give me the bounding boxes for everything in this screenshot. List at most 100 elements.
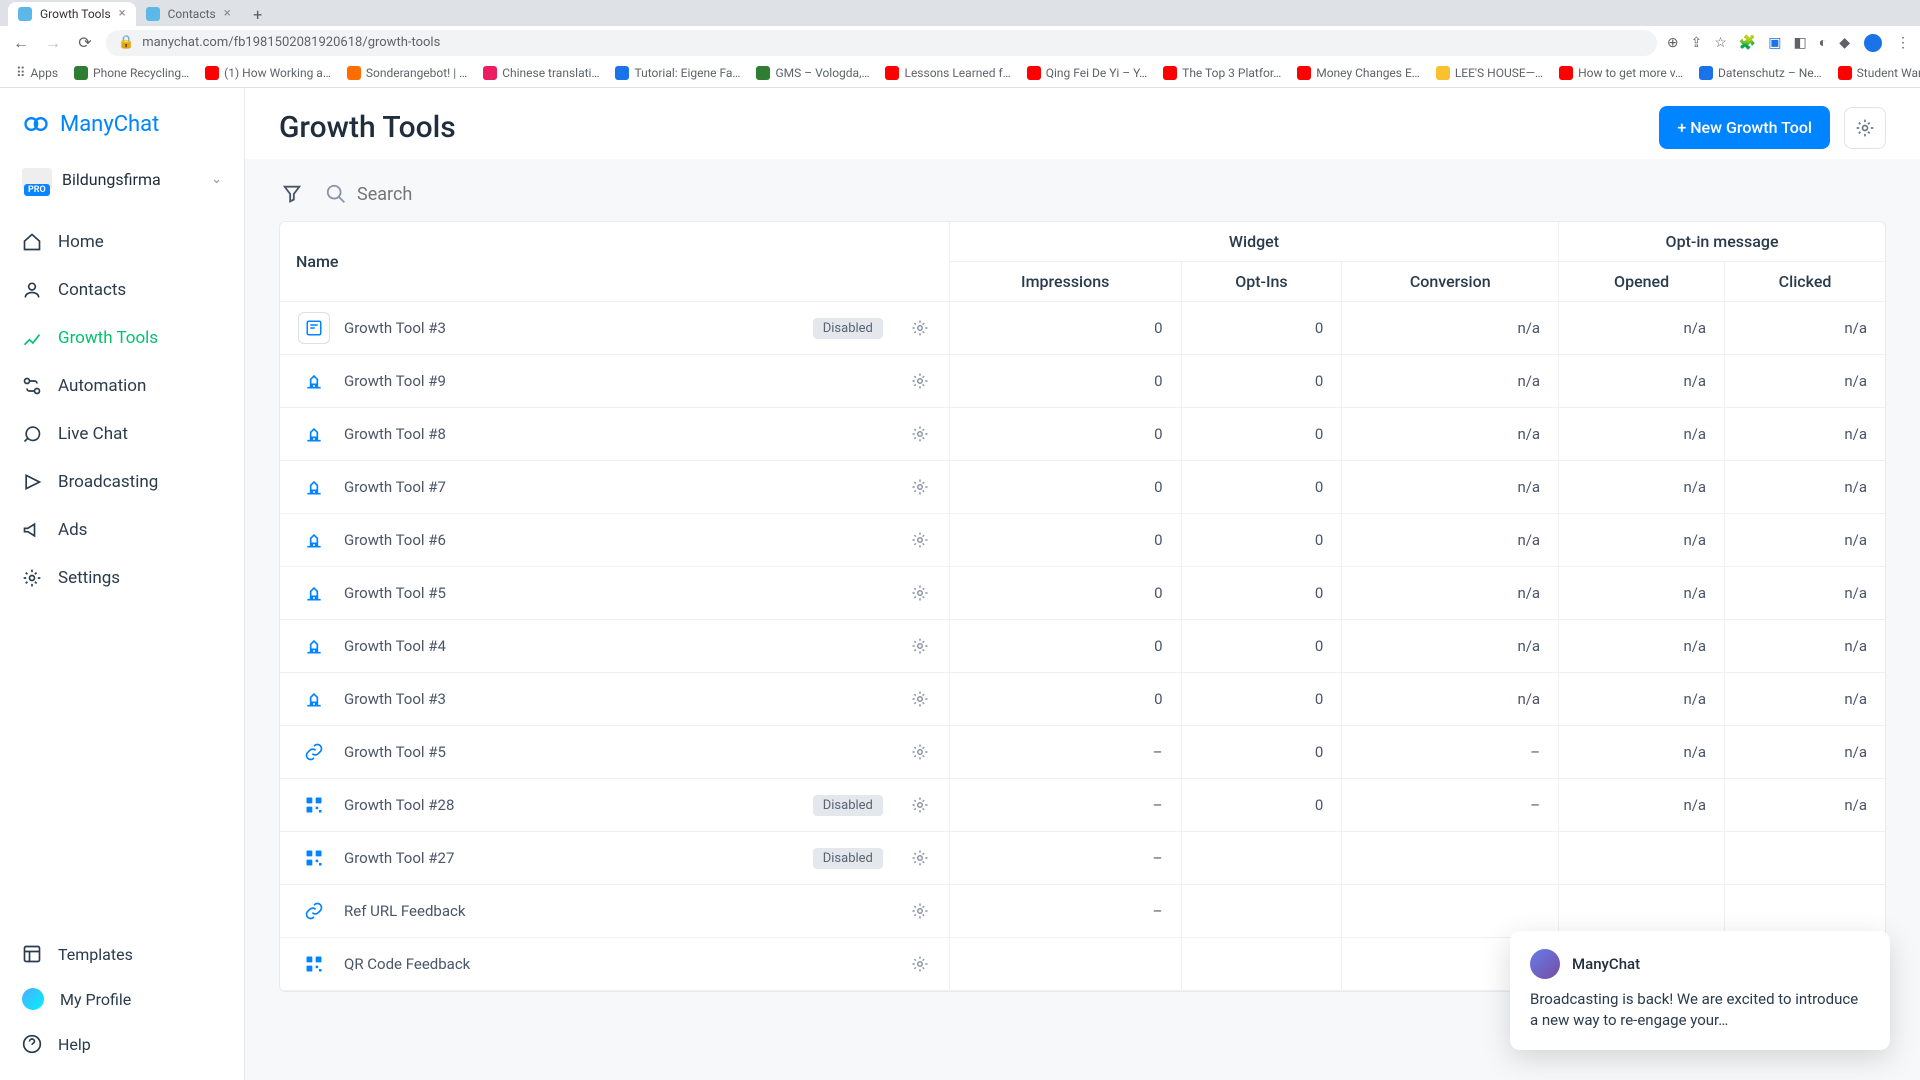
table-row[interactable]: Growth Tool #3 Disabled 0 0 n/a n/a n/a [280,302,1885,355]
col-name: Name [280,222,949,302]
omnibox[interactable]: 🔒 manychat.com/fb198150208192061​8/growt… [106,30,1657,56]
share-icon[interactable]: ⇪ [1691,35,1703,51]
bookmark[interactable]: Lessons Learned f… [879,64,1016,82]
sidebar-item-growth-tools[interactable]: Growth Tools [0,314,244,362]
sidebar-item-live-chat[interactable]: Live Chat [0,410,244,458]
sidebar-item-home[interactable]: Home [0,218,244,266]
back-button[interactable]: ← [10,32,32,54]
extension-icon[interactable]: ◧ [1794,35,1807,51]
table-row[interactable]: Growth Tool #9 0 0 n/a n/a n/a [280,355,1885,408]
table-row[interactable]: Growth Tool #4 0 0 n/a n/a n/a [280,620,1885,673]
table-row[interactable]: Growth Tool #27 Disabled – [280,832,1885,885]
menu-icon[interactable]: ⋮ [1896,35,1910,51]
row-settings-button[interactable] [909,317,931,339]
row-settings-button[interactable] [909,476,931,498]
star-icon[interactable]: ☆ [1714,35,1727,51]
table-row[interactable]: Growth Tool #6 0 0 n/a n/a n/a [280,514,1885,567]
new-tab-button[interactable]: + [247,4,269,26]
new-growth-tool-button[interactable]: + New Growth Tool [1659,106,1830,149]
search-input[interactable] [357,184,597,205]
extension-icon[interactable]: ▣ [1768,35,1781,51]
bookmark[interactable]: Qing Fei De Yi – Y… [1021,64,1153,82]
bookmark[interactable]: Phone Recycling… [68,64,195,82]
bookmark[interactable]: The Top 3 Platfor… [1157,64,1287,82]
extension-icon[interactable]: ◆ [1839,35,1850,51]
bookmark[interactable]: Student Wants an… [1832,64,1920,82]
extension-icon[interactable]: ◐ [1819,34,1827,51]
bookmark-favicon [347,66,361,80]
sidebar-item-contacts[interactable]: Contacts [0,266,244,314]
cell-opened: n/a [1559,408,1725,461]
row-settings-button[interactable] [909,847,931,869]
sidebar-item-help[interactable]: Help [0,1022,244,1066]
cell-optins: 0 [1181,408,1342,461]
table-row[interactable]: Growth Tool #5 – 0 – n/a n/a [280,726,1885,779]
browser-tab[interactable]: Contacts× [136,2,241,26]
table-row[interactable]: Growth Tool #5 0 0 n/a n/a n/a [280,567,1885,620]
row-settings-button[interactable] [909,688,931,710]
sidebar-item-templates[interactable]: Templates [0,932,244,976]
sidebar-item-label: Ads [58,520,87,540]
sidebar-item-automation[interactable]: Automation [0,362,244,410]
profile-avatar[interactable] [1862,32,1884,54]
home-icon [22,232,42,252]
growth-icon [22,328,42,348]
bookmark-label: GMS – Vologda,… [775,66,869,80]
extension-icon[interactable]: 🧩 [1739,35,1756,51]
bookmark-favicon [756,66,770,80]
bookmark[interactable]: Tutorial: Eigene Fa… [609,64,746,82]
landing-icon [298,683,330,715]
close-icon[interactable]: × [224,6,231,21]
col-opened: Opened [1559,262,1725,302]
forward-button[interactable]: → [42,32,64,54]
cell-conversion: n/a [1342,302,1559,355]
row-settings-button[interactable] [909,794,931,816]
table-row[interactable]: Growth Tool #8 0 0 n/a n/a n/a [280,408,1885,461]
sidebar-item-my-profile[interactable]: My Profile [0,976,244,1022]
table-row[interactable]: Growth Tool #7 0 0 n/a n/a n/a [280,461,1885,514]
row-settings-button[interactable] [909,370,931,392]
chevron-down-icon: ⌄ [211,172,222,187]
zoom-icon[interactable]: ⊕ [1667,35,1679,51]
bookmark-favicon [1838,66,1852,80]
browser-chrome: Growth Tools×Contacts× + ← → ⟳ 🔒 manychat… [0,0,1920,88]
cell-impressions: – [949,726,1181,779]
row-settings-button[interactable] [909,741,931,763]
bookmark[interactable]: Chinese translati… [477,64,605,82]
table-row[interactable]: Ref URL Feedback – [280,885,1885,938]
bookmark-label: Lessons Learned f… [904,66,1010,80]
apps-button[interactable]: ⠿Apps [10,64,64,83]
landing-icon [298,577,330,609]
app-logo[interactable]: ManyChat [0,102,244,156]
row-settings-button[interactable] [909,900,931,922]
cell-clicked: n/a [1725,620,1885,673]
sidebar-item-label: Help [58,1035,91,1054]
row-settings-button[interactable] [909,953,931,975]
row-settings-button[interactable] [909,529,931,551]
browser-tab[interactable]: Growth Tools× [8,2,136,26]
page-settings-button[interactable] [1844,107,1886,149]
bookmark[interactable]: GMS – Vologda,… [750,64,875,82]
org-switcher[interactable]: Bildungsfirma ⌄ [0,156,244,202]
bookmark[interactable]: How to get more v… [1553,64,1689,82]
bookmark[interactable]: Sonderangebot! | … [341,64,473,82]
page-header: Growth Tools + New Growth Tool [245,88,1920,159]
sidebar-item-ads[interactable]: Ads [0,506,244,554]
reload-button[interactable]: ⟳ [74,32,96,54]
table-row[interactable]: Growth Tool #28 Disabled – 0 – n/a n/a [280,779,1885,832]
bookmark[interactable]: Money Changes E… [1291,64,1426,82]
table-row[interactable]: Growth Tool #3 0 0 n/a n/a n/a [280,673,1885,726]
sidebar-item-settings[interactable]: Settings [0,554,244,602]
sidebar-item-broadcasting[interactable]: Broadcasting [0,458,244,506]
row-settings-button[interactable] [909,635,931,657]
row-settings-button[interactable] [909,582,931,604]
bookmark[interactable]: (1) How Working a… [199,64,337,82]
bookmark[interactable]: Datenschutz – Ne… [1693,64,1828,82]
row-settings-button[interactable] [909,423,931,445]
cell-opened: n/a [1559,779,1725,832]
close-icon[interactable]: × [119,6,126,21]
notification-toast[interactable]: ManyChat Broadcasting is back! We are ex… [1510,931,1890,1051]
cell-opened [1559,832,1725,885]
filter-button[interactable] [279,181,305,207]
bookmark[interactable]: LEE'S HOUSE—… [1430,64,1549,82]
